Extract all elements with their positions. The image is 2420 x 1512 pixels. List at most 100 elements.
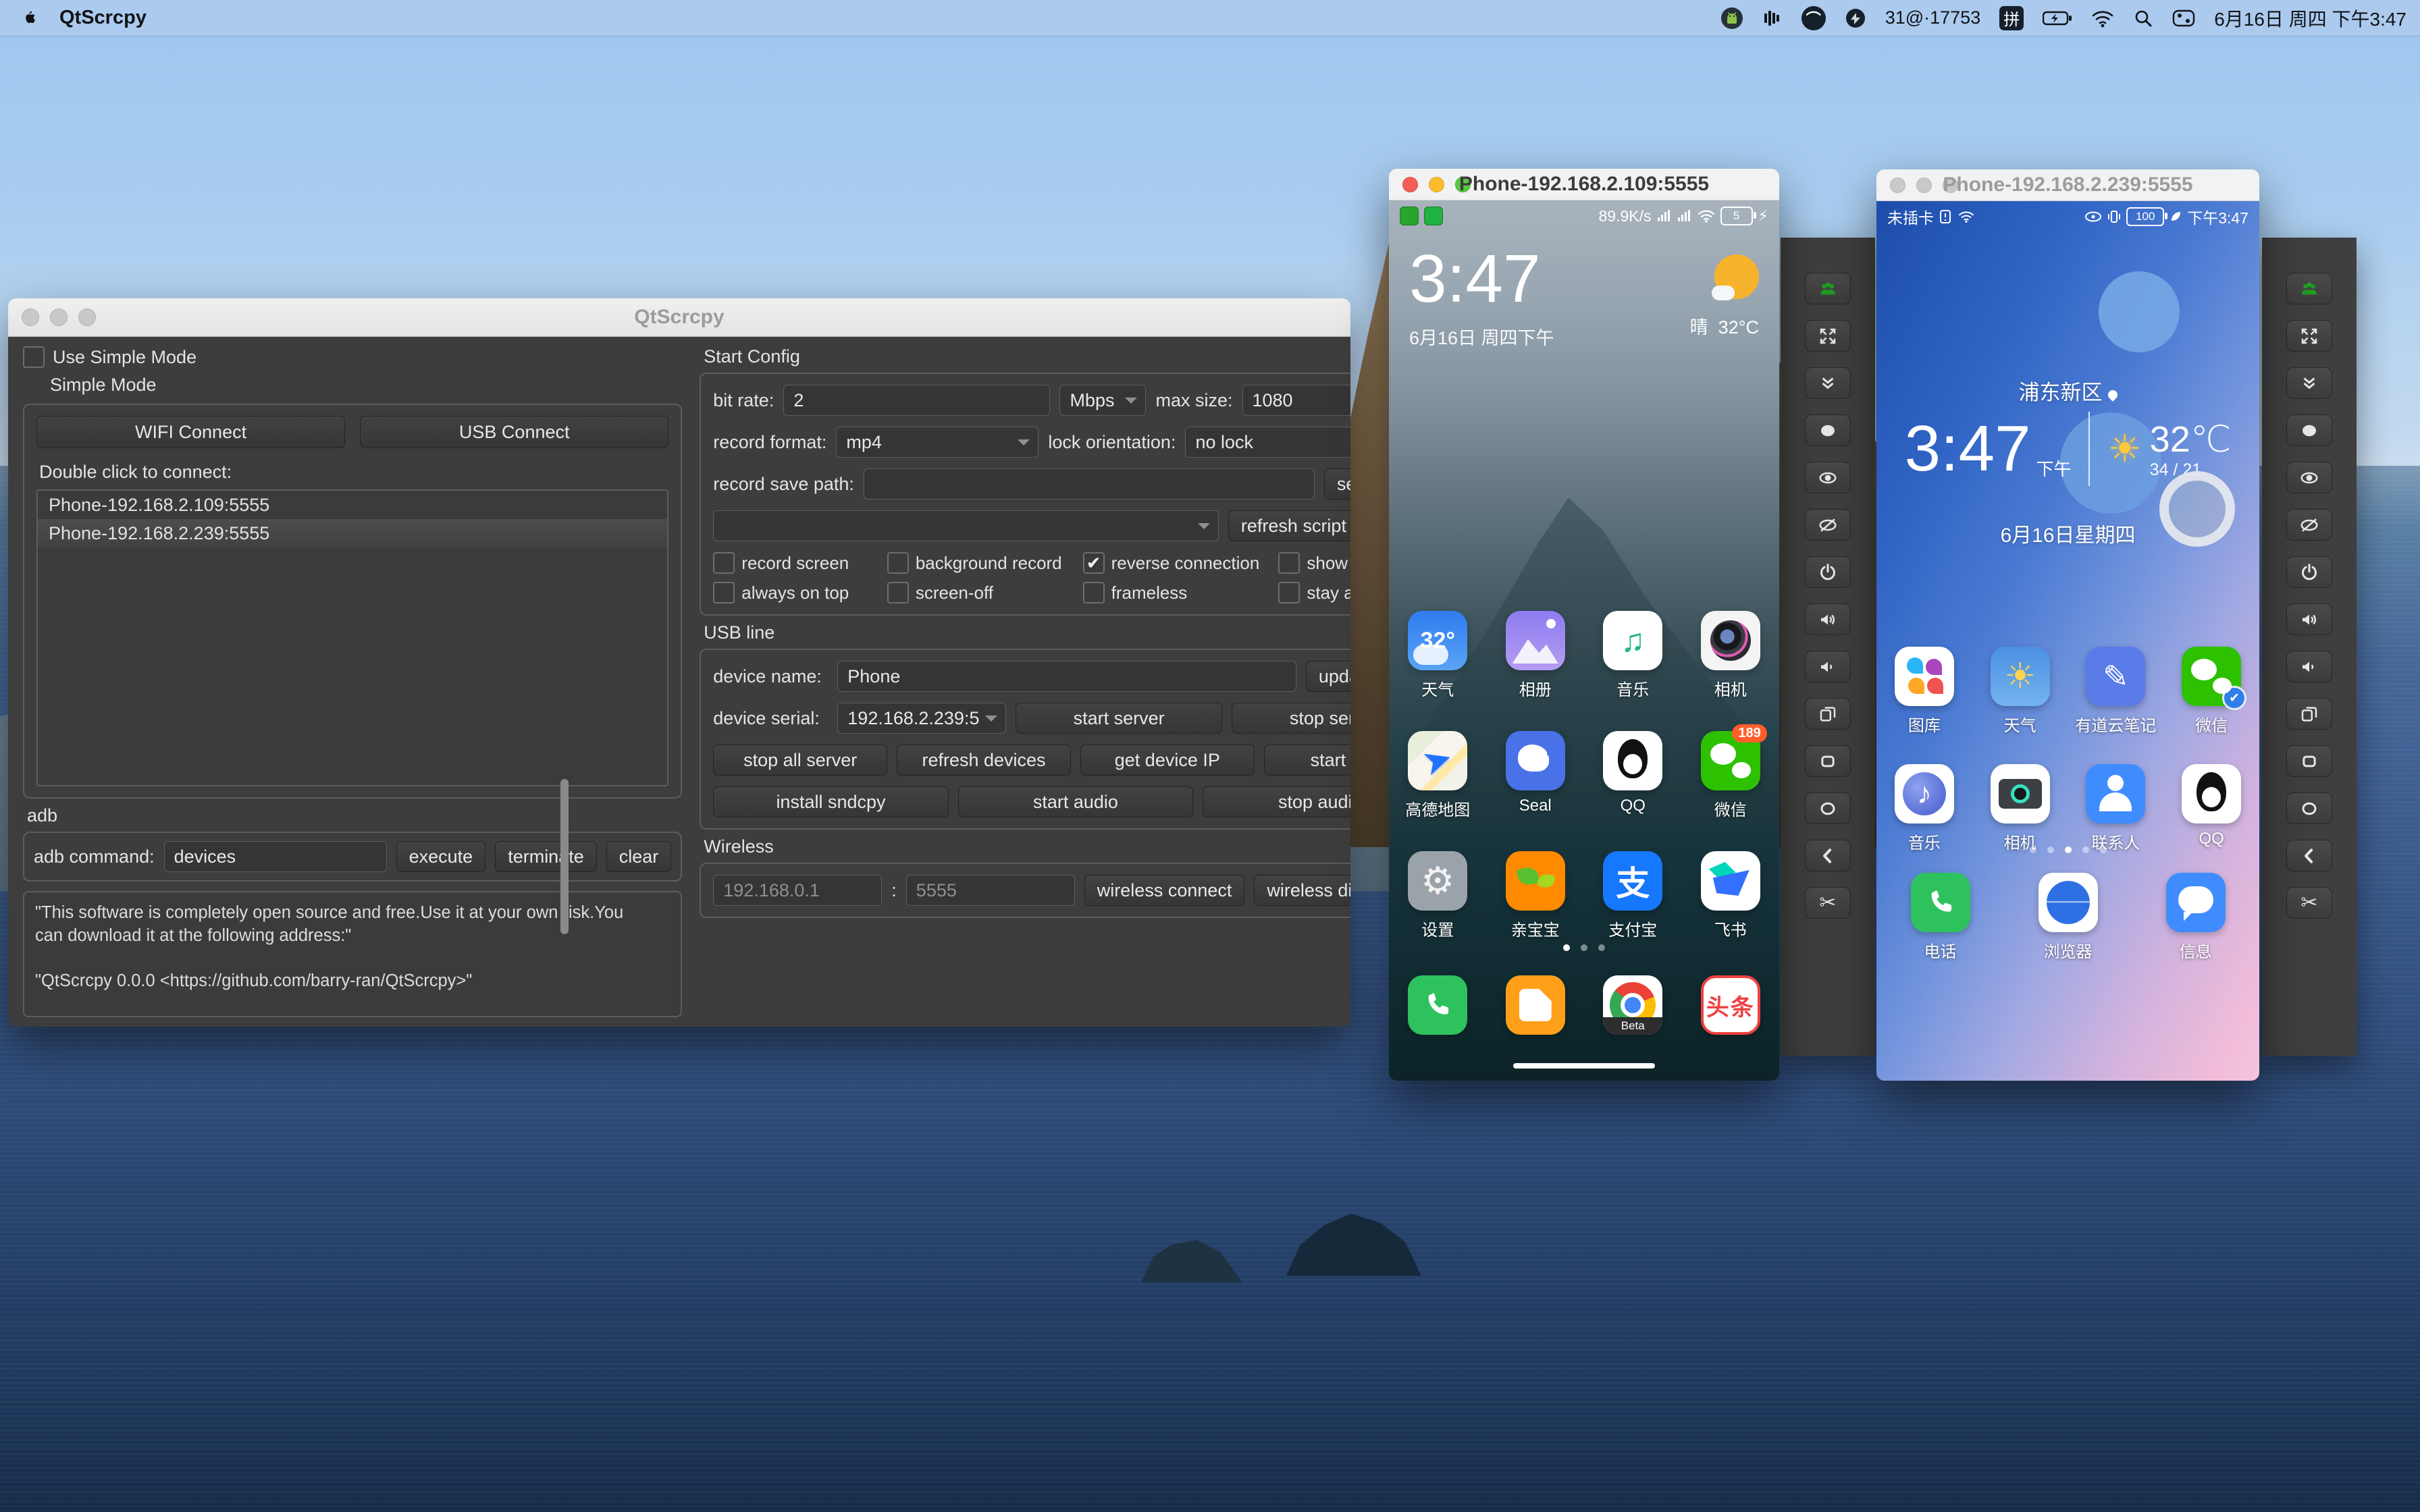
refresh-devices-button[interactable]: refresh devices: [897, 745, 1071, 776]
record-save-path-input[interactable]: [863, 468, 1315, 500]
menubar-clock[interactable]: 6月16日 周四 下午3:47: [2214, 5, 2406, 32]
settings-app-icon[interactable]: ⚙: [1408, 851, 1468, 911]
camera-app-icon[interactable]: [1990, 764, 2050, 824]
browser-dock-icon[interactable]: [2038, 873, 2098, 932]
full-screen-button[interactable]: [2286, 320, 2332, 352]
menu-square-button[interactable]: [1805, 745, 1851, 777]
device-list[interactable]: Phone-192.168.2.109:5555 Phone-192.168.2…: [36, 489, 669, 786]
dock-toutiao[interactable]: 头条: [1690, 975, 1771, 1035]
app-qq[interactable]: QQ: [1592, 731, 1673, 820]
qq-app-icon[interactable]: [1603, 731, 1663, 790]
bit-rate-input[interactable]: 2: [783, 385, 1051, 416]
zoom-button[interactable]: [1943, 177, 1958, 193]
stop-server-button[interactable]: stop server: [1231, 703, 1350, 734]
app-contacts[interactable]: 联系人: [2075, 764, 2156, 853]
net-monitor-icon[interactable]: [1845, 7, 1866, 29]
apple-menu-icon[interactable]: [20, 8, 38, 28]
menu-square-button[interactable]: [2286, 745, 2332, 777]
adb-command-input[interactable]: devices: [163, 841, 387, 872]
select-path-button[interactable]: select path: [1323, 468, 1350, 500]
adb-log-output[interactable]: "This software is completely open source…: [23, 891, 683, 1017]
feishu-app-icon[interactable]: [1700, 851, 1760, 911]
dock-phone[interactable]: [1397, 975, 1478, 1035]
phone-dock-icon[interactable]: [1408, 975, 1468, 1035]
app-weather[interactable]: ☀ 天气: [1980, 647, 2061, 736]
wireless-port-input[interactable]: 5555: [905, 875, 1075, 906]
stay-awake-checkbox[interactable]: [1278, 582, 1300, 603]
back-button[interactable]: [2286, 840, 2332, 871]
home-indicator[interactable]: [1513, 1063, 1655, 1069]
app-camera[interactable]: 相机: [1690, 611, 1771, 700]
update-name-button[interactable]: update name: [1305, 661, 1350, 692]
lock-orientation-select[interactable]: no lock: [1185, 427, 1350, 458]
app-feishu[interactable]: 飞书: [1690, 851, 1771, 940]
power-button[interactable]: [2286, 556, 2332, 588]
group-menu-button[interactable]: [2286, 273, 2332, 304]
dock-browser[interactable]: 浏览器: [2028, 873, 2109, 962]
device-list-item[interactable]: Phone-192.168.2.109:5555: [38, 491, 667, 519]
control-center-icon[interactable]: [2172, 9, 2195, 27]
toutiao-dock-icon[interactable]: 头条: [1700, 975, 1760, 1035]
app-switch-button[interactable]: [1805, 698, 1851, 730]
home-button[interactable]: [2286, 792, 2332, 824]
show-fps-checkbox[interactable]: [1278, 552, 1300, 574]
always-on-top-checkbox[interactable]: [713, 582, 735, 603]
camera-app-icon[interactable]: [1700, 611, 1760, 670]
minimize-button[interactable]: [1429, 176, 1444, 192]
app-gallery[interactable]: 图库: [1884, 647, 1965, 736]
expand-notification-button[interactable]: [1805, 367, 1851, 399]
wifi-connect-button[interactable]: WIFI Connect: [36, 416, 346, 448]
weather-app-icon[interactable]: 32°: [1408, 611, 1468, 670]
wifi-icon[interactable]: [2091, 9, 2114, 28]
background-record-checkbox[interactable]: [887, 552, 909, 574]
android-status-icon[interactable]: [1720, 7, 1743, 30]
clear-button[interactable]: clear: [606, 841, 672, 872]
gallery-app-icon[interactable]: [1505, 611, 1565, 670]
wireless-ip-input[interactable]: 192.168.0.1: [713, 875, 883, 906]
wechat-app-icon[interactable]: ✔: [2182, 647, 2247, 710]
log-scrollbar[interactable]: [560, 779, 569, 934]
group-menu-button[interactable]: [1805, 273, 1851, 304]
weather-app-icon[interactable]: ☀: [1990, 647, 2050, 706]
amap-app-icon[interactable]: ➤: [1408, 731, 1468, 790]
get-device-ip-button[interactable]: get device IP: [1080, 745, 1255, 776]
qinbaobao-app-icon[interactable]: [1505, 851, 1565, 911]
close-button[interactable]: [1890, 177, 1905, 193]
expand-notification-button[interactable]: [2286, 367, 2332, 399]
close-button[interactable]: [22, 308, 39, 326]
dock-messages[interactable]: 信息: [2155, 873, 2236, 962]
app-weather[interactable]: 32° 天气: [1397, 611, 1478, 700]
floating-ball[interactable]: [2159, 471, 2235, 547]
app-youdao-note[interactable]: ✎ 有道云笔记: [2075, 647, 2156, 736]
screen-on-button[interactable]: [1805, 462, 1851, 493]
minimize-button[interactable]: [50, 308, 68, 326]
battery-icon[interactable]: [2043, 9, 2072, 27]
full-screen-button[interactable]: [1805, 320, 1851, 352]
volume-down-button[interactable]: [1805, 651, 1851, 682]
home-button[interactable]: [1805, 792, 1851, 824]
device-list-item[interactable]: Phone-192.168.2.239:5555: [38, 519, 668, 547]
swirl-menu-icon[interactable]: ⌒: [1801, 5, 1826, 30]
phone2-titlebar[interactable]: Phone-192.168.2.239:5555: [1876, 169, 2259, 201]
bit-rate-unit-select[interactable]: Mbps: [1059, 385, 1147, 416]
use-simple-mode-checkbox[interactable]: [23, 346, 45, 368]
execute-button[interactable]: execute: [396, 841, 486, 872]
gallery-app-icon[interactable]: [1894, 647, 1954, 706]
zoom-button[interactable]: [1455, 176, 1471, 192]
app-wechat[interactable]: 189 微信: [1690, 724, 1771, 820]
back-button[interactable]: [1805, 840, 1851, 871]
screen-clip-button[interactable]: ✂: [1805, 887, 1851, 919]
chrome-beta-dock-icon[interactable]: Beta: [1603, 975, 1663, 1035]
phone2-screen[interactable]: 未插卡 100 下午3:47 浦东新区 3:47 下午 ☀ 32℃ 34 / 2…: [1876, 201, 2259, 1081]
stop-all-server-button[interactable]: stop all server: [713, 745, 888, 776]
screen-off-checkbox[interactable]: [887, 582, 909, 603]
screen-off-button[interactable]: [2286, 509, 2332, 541]
record-screen-checkbox[interactable]: [713, 552, 735, 574]
screen-off-button[interactable]: [1805, 509, 1851, 541]
messages-dock-icon[interactable]: [2165, 873, 2226, 932]
messages-dock-icon[interactable]: [1505, 975, 1565, 1035]
terminate-button[interactable]: terminate: [495, 841, 597, 872]
alipay-app-icon[interactable]: 支: [1603, 851, 1663, 911]
screen-on-button[interactable]: [2286, 462, 2332, 493]
install-sndcpy-button[interactable]: install sndcpy: [713, 786, 949, 817]
